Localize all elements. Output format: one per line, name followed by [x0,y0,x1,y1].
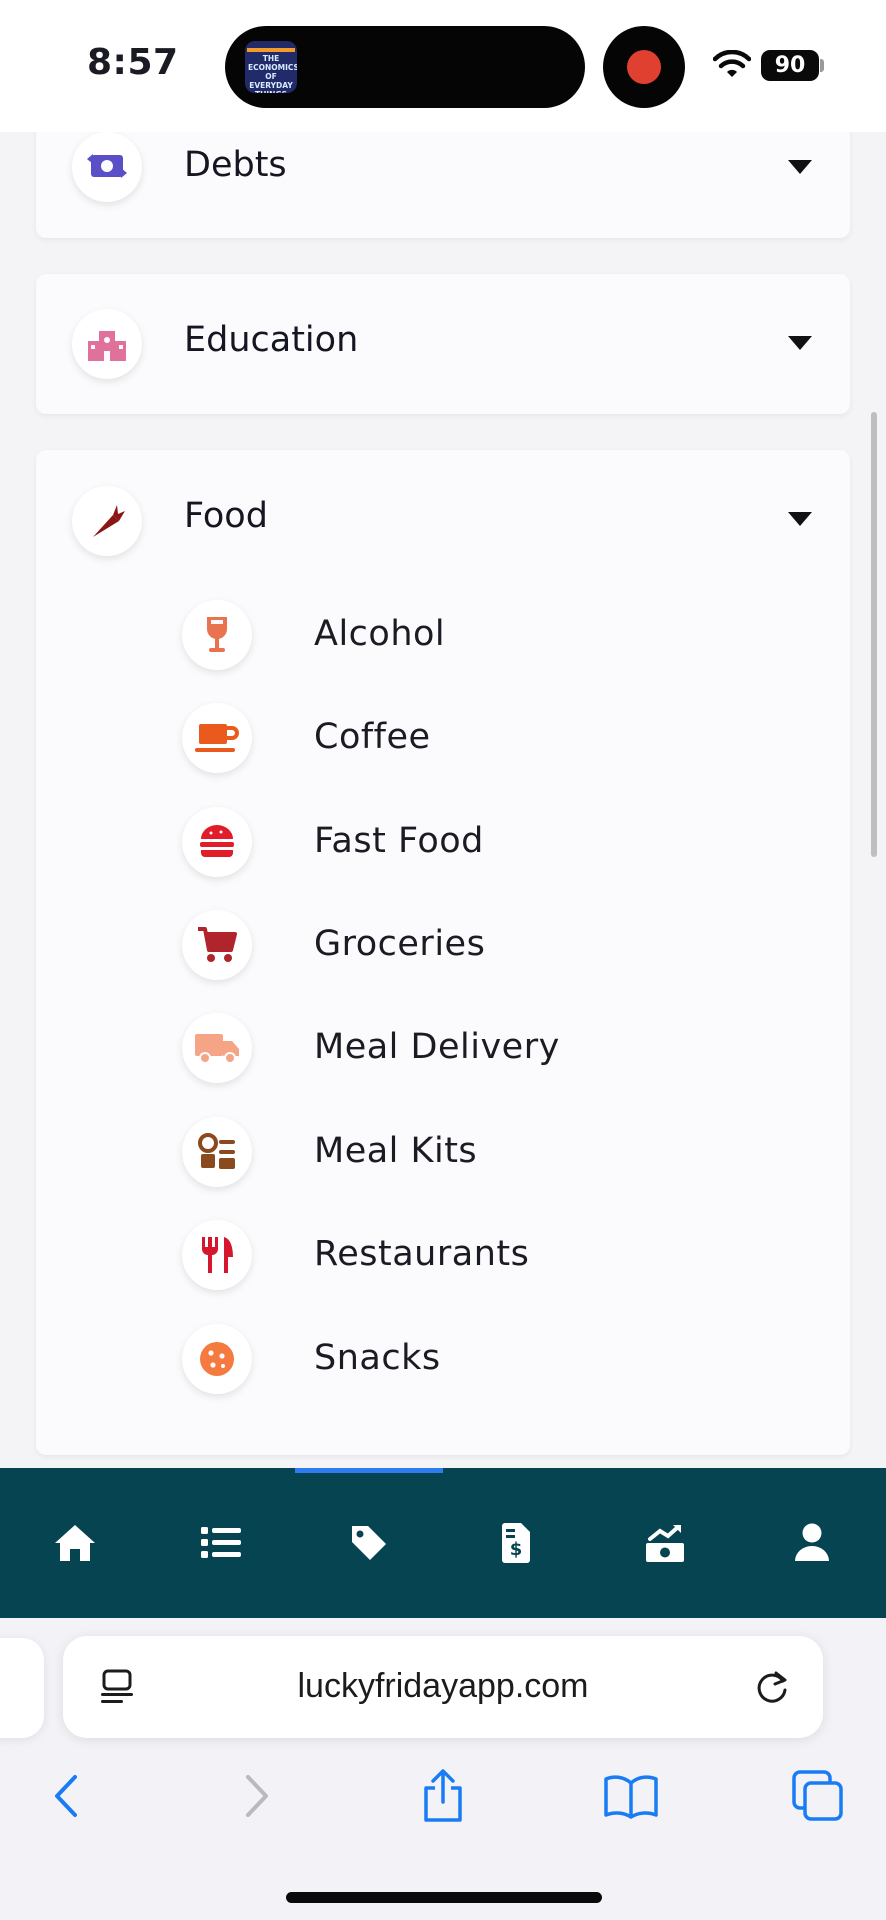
share-button[interactable] [415,1768,471,1824]
book-icon [604,1775,658,1819]
bookmarks-button[interactable] [603,1768,659,1824]
subcategory-label: Meal Kits [314,1131,478,1171]
money-growth-icon [646,1525,684,1562]
nav-tags[interactable] [344,1518,394,1568]
cookie-icon [182,1324,252,1394]
podcast-artwork-text: THE ECONOMICS OF EVERYDAY THINGS [248,54,297,93]
shopping-cart-icon [182,910,252,980]
list-icon [201,1527,241,1558]
school-icon [72,309,142,379]
chevron-down-icon[interactable] [788,160,812,174]
meal-kit-icon [182,1117,252,1187]
nav-list[interactable] [196,1518,246,1568]
reload-icon[interactable] [753,1668,791,1706]
category-title-debts: Debts [184,145,287,185]
category-card-food: Food Alcohol Coffee Fast Food Groceries … [36,450,850,1455]
url-text: luckyfridayapp.com [297,1667,589,1705]
tabs-icon [792,1770,843,1821]
category-title-food: Food [184,496,268,536]
nav-active-indicator [295,1468,443,1473]
subcategory-item-meal-kits[interactable]: Meal Kits [182,1107,782,1197]
subcategory-label: Snacks [314,1338,441,1378]
category-title-education: Education [184,320,359,360]
browser-toolbar: luckyfridayapp.com [0,1618,886,1920]
money-exchange-icon [72,132,142,202]
record-dot-icon [627,50,661,84]
chevron-left-icon [55,1775,77,1817]
category-card-debts: Debts [36,132,850,238]
subcategory-item-alcohol[interactable]: Alcohol [182,590,782,680]
delivery-truck-icon [182,1013,252,1083]
previous-tab-preview[interactable] [0,1638,44,1738]
battery-nub [820,59,824,72]
screen-recording-indicator[interactable] [603,26,685,108]
subcategory-label: Groceries [314,924,486,964]
podcast-artwork: THE ECONOMICS OF EVERYDAY THINGS [245,41,297,93]
carrot-icon [72,486,142,556]
subcategory-label: Coffee [314,717,431,757]
share-icon [424,1769,462,1822]
nav-home[interactable] [50,1518,100,1568]
chevron-right-icon [246,1775,268,1817]
scrollbar[interactable] [871,412,877,857]
nav-profile[interactable] [787,1518,837,1568]
subcategory-label: Fast Food [314,821,484,861]
wine-glass-icon [182,600,252,670]
battery-indicator: 90 [761,50,819,81]
app-bottom-nav: $ [0,1468,886,1618]
burger-icon [182,807,252,877]
dynamic-island[interactable]: THE ECONOMICS OF EVERYDAY THINGS [225,26,585,108]
tabs-button[interactable] [790,1768,846,1824]
home-icon [55,1525,95,1561]
category-header-debts[interactable]: Debts [36,132,850,222]
category-card-education: Education [36,274,850,414]
address-bar[interactable]: luckyfridayapp.com [63,1636,823,1738]
nav-investments[interactable] [640,1518,690,1568]
category-list[interactable]: Debts Education Food Alcohol Coffee Fast… [0,132,886,1468]
home-indicator[interactable] [286,1892,602,1903]
subcategory-label: Meal Delivery [314,1027,560,1067]
svg-text:$: $ [510,1539,523,1560]
status-time: 8:57 [87,42,179,83]
chevron-down-icon[interactable] [788,336,812,350]
category-header-education[interactable]: Education [36,274,850,394]
tag-icon [352,1526,386,1560]
subcategory-label: Alcohol [314,614,446,654]
back-button[interactable] [38,1768,94,1824]
coffee-mug-icon [182,703,252,773]
invoice-icon: $ [502,1523,530,1563]
chevron-down-icon[interactable] [788,512,812,526]
subcategory-label: Restaurants [314,1234,530,1274]
wifi-icon [713,50,751,77]
subcategory-item-restaurants[interactable]: Restaurants [182,1210,782,1300]
nav-bills[interactable]: $ [491,1518,541,1568]
subcategory-item-meal-delivery[interactable]: Meal Delivery [182,1003,782,1093]
user-icon [795,1523,829,1561]
subcategory-item-snacks[interactable]: Snacks [182,1314,782,1404]
forward-button[interactable] [229,1768,285,1824]
fork-knife-icon [182,1220,252,1290]
subcategory-item-coffee[interactable]: Coffee [182,693,782,783]
subcategory-item-fast-food[interactable]: Fast Food [182,797,782,887]
category-header-food[interactable]: Food [36,450,850,570]
subcategory-item-groceries[interactable]: Groceries [182,900,782,990]
status-bar: 8:57 THE ECONOMICS OF EVERYDAY THINGS 90 [0,0,886,132]
